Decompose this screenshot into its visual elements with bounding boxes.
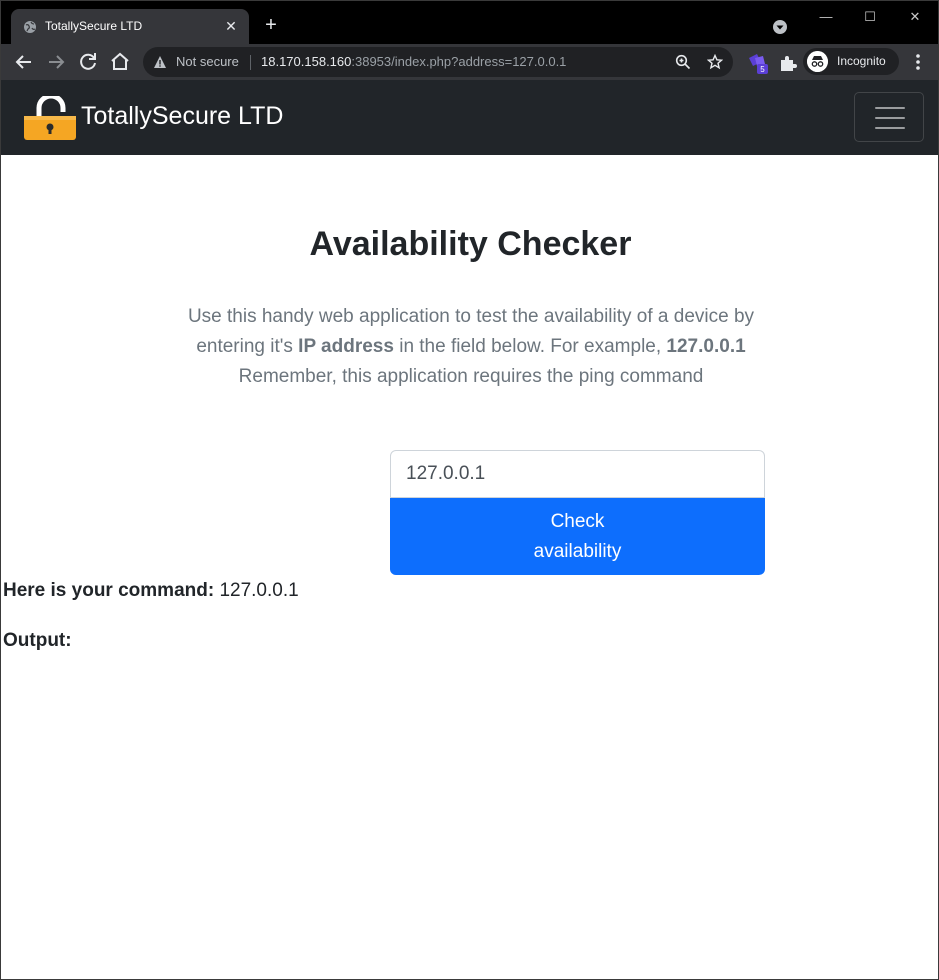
hamburger-icon-bar bbox=[875, 127, 905, 129]
address-separator bbox=[250, 55, 251, 70]
minimize-button[interactable]: — bbox=[816, 7, 836, 27]
intro-text-part: Remember, this application requires the … bbox=[238, 366, 704, 387]
browser-tab[interactable]: TotallySecure LTD ✕ bbox=[11, 9, 249, 45]
warning-icon[interactable] bbox=[153, 55, 167, 69]
intro-emphasis-ip: IP address bbox=[298, 336, 394, 357]
hamburger-icon-bar bbox=[875, 117, 905, 119]
browser-toolbar: Not secure 18.170.158.160:38953/index.ph… bbox=[0, 44, 939, 80]
puzzle-icon[interactable] bbox=[777, 52, 799, 74]
menu-dots-icon[interactable] bbox=[909, 52, 927, 72]
command-line: Here is your command: 127.0.0.1 bbox=[3, 580, 299, 602]
intro-text: Use this handy web application to test t… bbox=[171, 302, 771, 392]
security-label[interactable]: Not secure bbox=[176, 54, 239, 69]
intro-text-part: in the field below. For example, bbox=[393, 336, 667, 357]
output-label: Output: bbox=[3, 630, 72, 651]
star-icon[interactable] bbox=[707, 54, 723, 70]
url-path: :38953/index.php?address=127.0.0.1 bbox=[351, 54, 567, 69]
navbar-toggle-button[interactable] bbox=[854, 92, 924, 142]
forward-arrow-icon[interactable] bbox=[44, 50, 68, 74]
main-content: Availability Checker Use this handy web … bbox=[0, 155, 939, 980]
extension-badge: 5 bbox=[760, 65, 765, 74]
incognito-icon bbox=[807, 51, 828, 72]
tab-close-icon[interactable]: ✕ bbox=[221, 16, 241, 36]
brand-name[interactable]: TotallySecure LTD bbox=[81, 102, 283, 131]
close-window-button[interactable]: ✕ bbox=[905, 7, 925, 27]
command-label: Here is your command: bbox=[3, 580, 215, 601]
extension-icon[interactable]: 5 bbox=[747, 52, 769, 74]
padlock-icon[interactable] bbox=[23, 96, 77, 140]
zoom-icon[interactable] bbox=[675, 54, 691, 70]
tab-title: TotallySecure LTD bbox=[45, 19, 143, 33]
globe-icon bbox=[24, 21, 36, 33]
hamburger-icon-bar bbox=[875, 107, 905, 109]
site-navbar: TotallySecure LTD bbox=[0, 80, 939, 155]
home-icon[interactable] bbox=[108, 50, 132, 74]
page-title: Availability Checker bbox=[309, 225, 632, 263]
incognito-profile[interactable]: Incognito bbox=[803, 48, 899, 75]
new-tab-button[interactable]: + bbox=[261, 15, 281, 35]
check-availability-button[interactable]: Check availability bbox=[390, 498, 765, 575]
browser-titlebar: TotallySecure LTD ✕ + — ☐ ✕ bbox=[0, 0, 939, 45]
tab-search-icon[interactable] bbox=[772, 19, 788, 35]
ip-address-input[interactable] bbox=[390, 450, 765, 498]
address-bar[interactable]: Not secure 18.170.158.160:38953/index.ph… bbox=[143, 47, 733, 77]
intro-emphasis-example: 127.0.0.1 bbox=[666, 336, 746, 357]
maximize-button[interactable]: ☐ bbox=[860, 7, 880, 27]
reload-icon[interactable] bbox=[76, 50, 100, 74]
url-text[interactable]: 18.170.158.160:38953/index.php?address=1… bbox=[261, 54, 566, 69]
command-value: 127.0.0.1 bbox=[219, 580, 299, 601]
incognito-label: Incognito bbox=[837, 54, 886, 68]
back-arrow-icon[interactable] bbox=[12, 50, 36, 74]
url-host: 18.170.158.160 bbox=[261, 54, 352, 69]
